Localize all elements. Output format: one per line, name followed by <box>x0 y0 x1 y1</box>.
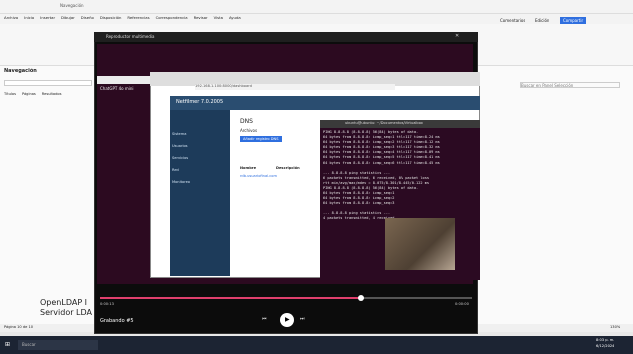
sidebar-item-usuarios[interactable]: Usuarios <box>172 144 190 148</box>
sidebar-item-servicios[interactable]: Servicios <box>172 156 190 160</box>
menu-correspondencia[interactable]: Correspondencia <box>156 15 188 20</box>
add-dns-button[interactable]: Añadir registro DNS <box>240 136 282 142</box>
col-descripcion[interactable]: Descripción <box>276 166 300 170</box>
menu-inicio[interactable]: Inicio <box>24 15 34 20</box>
timeline-handle[interactable] <box>358 295 364 301</box>
nav-pane-title: Navegación <box>4 68 37 74</box>
terminal-title: ubuntu@ubuntu: ~/Documentos/Virtualbox <box>345 121 423 125</box>
menu-ayuda[interactable]: Ayuda <box>229 15 241 20</box>
next-icon[interactable]: ⏭ <box>300 316 305 322</box>
recording-title: Grabando #5 <box>100 318 134 324</box>
menu-vista[interactable]: Vista <box>214 15 223 20</box>
url-bar[interactable]: 192.168.1.100:8000/dashboard <box>195 84 395 90</box>
page-counter: Página 10 de 10 <box>4 325 34 329</box>
time-right: 0:00:00 <box>455 302 469 306</box>
share-button[interactable]: Compartir <box>560 17 587 24</box>
player-close-icon[interactable]: ✕ <box>455 33 459 39</box>
chat-strip <box>97 76 153 84</box>
clock-time: 8:03 p. m. <box>596 338 615 342</box>
chatgpt-tab[interactable]: ChatGPT 4o mini <box>100 86 134 91</box>
doc-heading-1: OpenLDAP I <box>40 298 88 307</box>
col-nombre[interactable]: Nombre <box>240 166 256 170</box>
editing-button[interactable]: Edición <box>535 18 549 23</box>
start-icon[interactable]: ⊞ <box>5 341 10 348</box>
selection-search-input[interactable]: Buscar en Panel Selección <box>520 82 620 88</box>
comments-button[interactable]: Comentarios <box>500 18 525 23</box>
sidebar-item-red[interactable]: Red <box>172 168 190 172</box>
timeline-progress <box>100 297 360 299</box>
terminal-output: PING 8.8.8.8 (8.8.8.8) 56(84) bytes of d… <box>320 120 480 222</box>
subsection-title: Archivos <box>240 128 258 133</box>
menu-revisar[interactable]: Revisar <box>194 15 208 20</box>
app-sidebar <box>170 96 230 276</box>
menu-dibujar[interactable]: Dibujar <box>61 15 75 20</box>
doc-heading-2: Servidor LDA <box>40 308 92 317</box>
menu-diseno[interactable]: Diseño <box>81 15 94 20</box>
webcam-overlay <box>385 218 455 270</box>
selection-panel <box>478 66 633 324</box>
table-row[interactable]: rdb.usuariofinal.com <box>240 174 277 178</box>
play-icon: ▶ <box>285 316 290 323</box>
previous-icon[interactable]: ⏮ <box>262 316 267 322</box>
sidebar-item-sistema[interactable]: Sistema <box>172 132 190 136</box>
taskbar-search[interactable]: Buscar <box>18 340 98 350</box>
sidebar-item-monitoreo[interactable]: Monitoreo <box>172 180 190 184</box>
menu-disposicion[interactable]: Disposición <box>100 15 122 20</box>
menu-referencias[interactable]: Referencias <box>127 15 149 20</box>
clock-date: 6/12/2024 <box>596 344 615 348</box>
time-left: 0:00:13 <box>100 302 114 306</box>
tab-paginas[interactable]: Páginas <box>22 92 36 96</box>
menu-archivo[interactable]: Archivo <box>4 15 18 20</box>
nav-search-input[interactable] <box>4 80 92 86</box>
tab-resultados[interactable]: Resultados <box>42 92 62 96</box>
navigation-pane <box>0 66 96 324</box>
player-title: Reproductor multimedia <box>106 34 155 39</box>
word-title-text: Navegación <box>60 3 84 8</box>
zoom-level[interactable]: 130% <box>610 325 620 329</box>
section-title: DNS <box>240 118 253 125</box>
menu-insertar[interactable]: Insertar <box>40 15 55 20</box>
tab-titulos[interactable]: Títulos <box>4 92 16 96</box>
word-title-bar <box>0 0 633 14</box>
app-title: Netfilmer 7.0.2005 <box>176 99 224 105</box>
